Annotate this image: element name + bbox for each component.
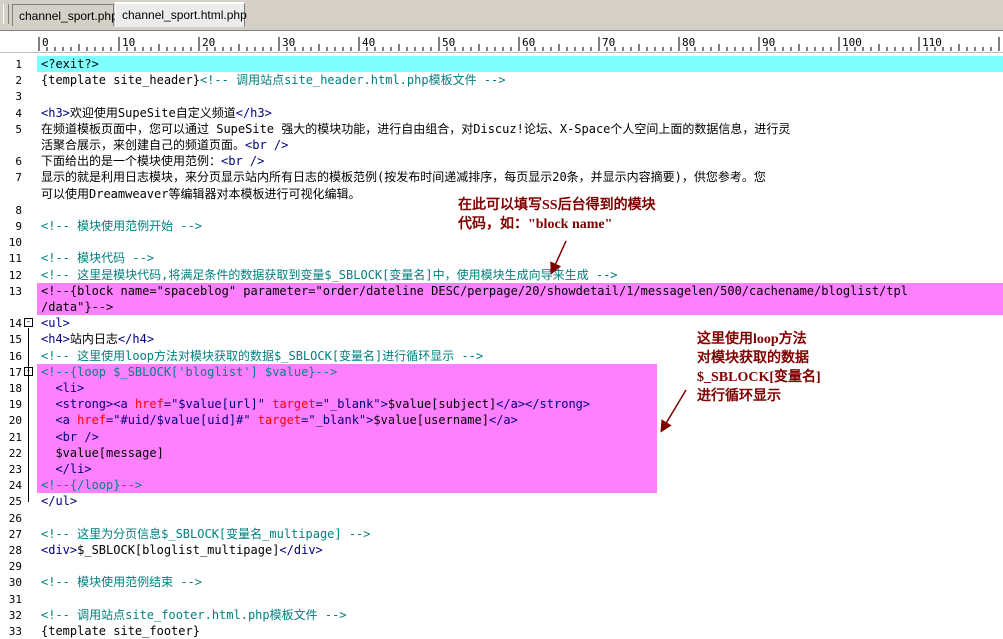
line-number: 31 [8, 592, 22, 606]
annotation-loop: 这里使用loop方法 对模块获取的数据 $_SBLOCK[变量名] 进行循环显示 [697, 330, 821, 406]
line-number: 5 [15, 122, 22, 136]
line-number: 15 [8, 333, 22, 347]
code-line: <strong><a href="$value[url]" target="_b… [55, 397, 591, 412]
code-line: <!-- 这里使用loop方法对模块获取的数据$_SBLOCK[变量名]进行循环… [41, 348, 484, 363]
line-number: 22 [8, 446, 22, 460]
ruler-label: 40 [362, 36, 376, 49]
line-number: 10 [8, 236, 22, 250]
code-line: <!-- 这里为分页信息$_SBLOCK[变量名_multipage] --> [41, 526, 371, 541]
code-line: {template site_header}<!-- 调用站点site_head… [41, 73, 506, 88]
annotation-loop-line3: $_SBLOCK[变量名] [697, 370, 821, 385]
line-number: 13 [8, 284, 22, 298]
code-editor[interactable]: <?exit?> {template site_header}<!-- 调用站点s… [37, 54, 1003, 639]
code-line: 活聚合展示，来创建自己的频道页面。<br /> [41, 138, 289, 152]
code-line: <ul> [41, 316, 70, 331]
code-line: <li> [55, 381, 85, 395]
code-line: {template site_footer} [41, 624, 200, 638]
line-number: 33 [8, 625, 22, 638]
code-line: <div>$_SBLOCK[bloglist_multipage]</div> [41, 543, 323, 557]
annotation-block-name-line1: 在此可以填写SS后台得到的模块 [458, 198, 656, 213]
code-line: <!-- 调用站点site_footer.html.php模板文件 --> [41, 607, 347, 622]
ruler-label: 70 [602, 36, 616, 49]
tab-bar: channel_sport.php channel_sport.html.php [0, 0, 1003, 31]
code-line: <!--{/loop}--> [41, 478, 143, 493]
code-line: 下面给出的是一个模块使用范例：<br /> [41, 154, 265, 169]
ruler-label: 60 [522, 36, 536, 49]
line-highlight [37, 56, 1003, 72]
annotation-block-name: 在此可以填写SS后台得到的模块 代码，如："block name" [458, 196, 656, 234]
editor-window: channel_sport.php channel_sport.html.php… [0, 0, 1003, 639]
annotation-loop-line1: 这里使用loop方法 [697, 332, 807, 347]
line-number: 20 [8, 414, 22, 428]
line-number: 24 [8, 479, 22, 493]
code-line: /data"}--> [41, 300, 114, 314]
code-line: 可以使用Dreamweaver等编辑器对本模板进行可视化编辑。 [41, 186, 361, 201]
line-number: 11 [8, 252, 22, 266]
code-line: </ul> [41, 494, 78, 509]
code-line: 在频道模板页面中，您可以通过 SupeSite 强大的模块功能，进行自由组合，对… [41, 121, 791, 136]
annotation-block-name-line2: 代码，如："block name" [458, 217, 613, 232]
code-line: <!--{block name="spaceblog" parameter="o… [41, 283, 908, 298]
code-line: <?exit?> [41, 57, 99, 71]
line-number: 4 [15, 106, 22, 120]
fold-guide [28, 328, 29, 503]
code-line: <h3>欢迎使用SupeSite自定义频道</h3> [41, 105, 272, 120]
line-number: 28 [8, 544, 22, 557]
ruler-label: 20 [202, 36, 216, 49]
tab-channel-sport-html-php[interactable]: channel_sport.html.php [115, 2, 247, 27]
code-line: <!--{loop $_SBLOCK['bloglist'] $value}--… [41, 364, 338, 379]
ruler-label: 90 [762, 36, 776, 49]
ruler-label: 110 [922, 36, 942, 49]
line-number: 9 [15, 220, 22, 233]
line-number: 3 [15, 90, 22, 104]
line-number: 2 [15, 74, 22, 88]
loop-highlight [37, 363, 657, 494]
line-number: 6 [15, 155, 22, 169]
code-line: <!-- 模块使用范例开始 --> [41, 219, 203, 233]
code-line: <h4>站内日志</h4> [41, 332, 155, 347]
annotation-loop-line4: 进行循环显示 [697, 389, 781, 404]
code-line: <br /> [55, 429, 99, 444]
line-number: 30 [8, 576, 22, 590]
line-number: 27 [8, 527, 22, 541]
fold-toggle-icon[interactable]: - [24, 318, 33, 328]
code-line: <!-- 模块使用范例结束 --> [41, 575, 203, 590]
line-number: 21 [8, 430, 22, 444]
line-number-gutter: 1234567891011121314-151617-1819202122232… [0, 54, 36, 639]
ruler-label: 30 [282, 36, 296, 49]
ruler-label: 100 [842, 36, 862, 49]
code-line: </li> [55, 462, 92, 476]
line-number: 19 [8, 398, 22, 412]
ruler-label: 50 [442, 36, 456, 49]
ruler-label: 80 [682, 36, 696, 49]
code-line: <a href="#uid/$value[uid]#" target="_bla… [55, 413, 518, 428]
line-number: 29 [8, 560, 22, 574]
ruler-label: 10 [122, 36, 136, 49]
code-line: <!-- 模块代码 --> [41, 251, 155, 266]
code-line: 显示的就是利用日志模块，来分页显示站内所有日志的模板范例(按发布时间递减排序，每… [41, 170, 766, 185]
line-number: 7 [15, 171, 22, 185]
column-ruler: 010203040506070809010011012 [0, 32, 1003, 53]
line-number: 12 [8, 268, 22, 282]
tab-bar-grip[interactable] [3, 4, 9, 24]
annotation-loop-line2: 对模块获取的数据 [697, 351, 809, 366]
line-number: 23 [8, 463, 22, 476]
line-number: 14 [8, 317, 22, 331]
line-number: 25 [8, 495, 22, 509]
line-number: 32 [8, 608, 22, 622]
line-number: 16 [8, 349, 22, 363]
line-number: 8 [15, 203, 22, 217]
ruler-label: 0 [42, 36, 49, 49]
line-number: 1 [15, 58, 22, 71]
line-number: 18 [8, 382, 22, 395]
tab-channel-sport-php[interactable]: channel_sport.php [12, 4, 118, 26]
code-line: <!-- 这里是模块代码,将满足条件的数据获取到变量$_SBLOCK[变量名]中… [41, 267, 618, 282]
line-number: 26 [8, 511, 22, 525]
line-number: 17 [8, 365, 22, 379]
code-line: $value[message] [41, 445, 164, 460]
